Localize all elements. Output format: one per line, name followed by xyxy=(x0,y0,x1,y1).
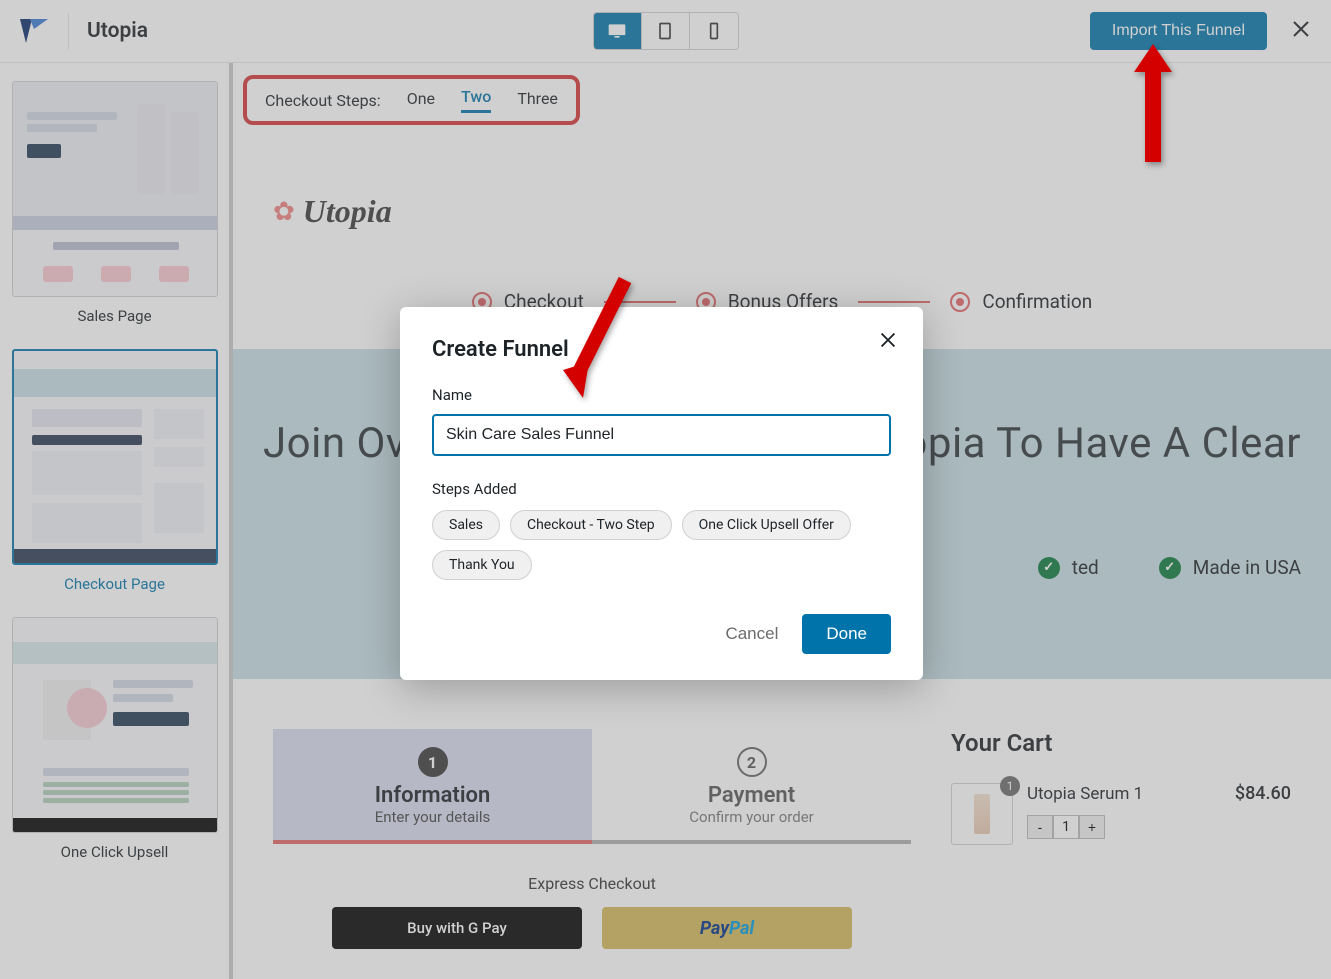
steps-added-label: Steps Added xyxy=(432,480,891,498)
step-chip: Sales xyxy=(432,510,500,540)
cancel-button[interactable]: Cancel xyxy=(725,624,778,644)
done-button[interactable]: Done xyxy=(802,614,891,654)
create-funnel-modal: Create Funnel Name Steps Added Sales Che… xyxy=(400,307,923,680)
name-label: Name xyxy=(432,386,891,404)
modal-close-icon[interactable] xyxy=(877,329,899,355)
step-chip: Thank You xyxy=(432,550,532,580)
modal-title: Create Funnel xyxy=(432,337,891,362)
step-chip: One Click Upsell Offer xyxy=(682,510,851,540)
steps-chip-list: Sales Checkout - Two Step One Click Upse… xyxy=(432,510,891,580)
step-chip: Checkout - Two Step xyxy=(510,510,672,540)
funnel-name-input[interactable] xyxy=(432,414,891,456)
